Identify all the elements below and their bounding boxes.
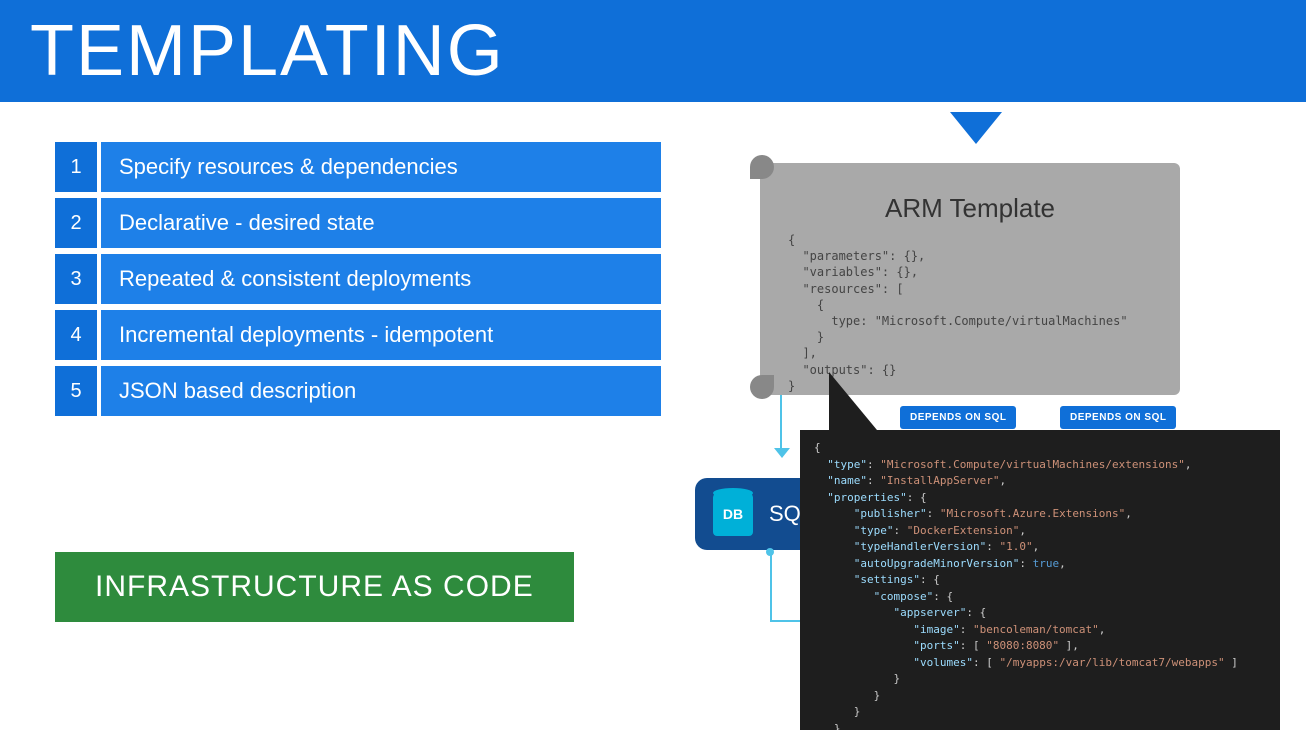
depends-on-sql-badge: DEPENDS ON SQL xyxy=(900,406,1016,429)
depends-on-sql-badge: DEPENDS ON SQL xyxy=(1060,406,1176,429)
code-value: Microsoft.Compute/virtualMachines/extens… xyxy=(887,458,1178,471)
code-value: DockerExtension xyxy=(913,524,1012,537)
list-text: Incremental deployments - idempotent xyxy=(101,310,661,360)
list-text: Repeated & consistent deployments xyxy=(101,254,661,304)
list-number: 4 xyxy=(55,310,97,360)
list-text: JSON based description xyxy=(101,366,661,416)
slide-title: TEMPLATING xyxy=(0,0,1306,102)
list-number: 3 xyxy=(55,254,97,304)
connector-dot-icon xyxy=(766,548,774,556)
list-number: 5 xyxy=(55,366,97,416)
flow-arrow-icon xyxy=(774,448,790,458)
arm-template-title: ARM Template xyxy=(760,193,1180,224)
list-text: Specify resources & dependencies xyxy=(101,142,661,192)
list-number: 1 xyxy=(55,142,97,192)
extension-code-callout: { "type": "Microsoft.Compute/virtualMach… xyxy=(800,430,1280,730)
database-icon: DB xyxy=(713,492,753,536)
code-value: 8080:8080 xyxy=(993,639,1053,652)
flow-connector xyxy=(780,395,782,450)
arm-template-code: { "parameters": {}, "variables": {}, "re… xyxy=(760,232,1180,394)
scroll-curl-icon xyxy=(750,375,774,399)
code-value: InstallAppServer xyxy=(887,474,993,487)
list-number: 2 xyxy=(55,198,97,248)
code-value: true xyxy=(1033,557,1060,570)
code-value: /myapps:/var/lib/tomcat7/webapps xyxy=(1006,656,1218,669)
arm-template-scroll: ARM Template { "parameters": {}, "variab… xyxy=(760,163,1180,395)
code-value: 1.0 xyxy=(1006,540,1026,553)
list-text: Declarative - desired state xyxy=(101,198,661,248)
code-value: Microsoft.Azure.Extensions xyxy=(946,507,1118,520)
infrastructure-as-code-badge: INFRASTRUCTURE AS CODE xyxy=(55,552,574,622)
code-value: bencoleman/tomcat xyxy=(980,623,1093,636)
scroll-curl-icon xyxy=(750,155,774,179)
flow-connector xyxy=(770,552,772,622)
